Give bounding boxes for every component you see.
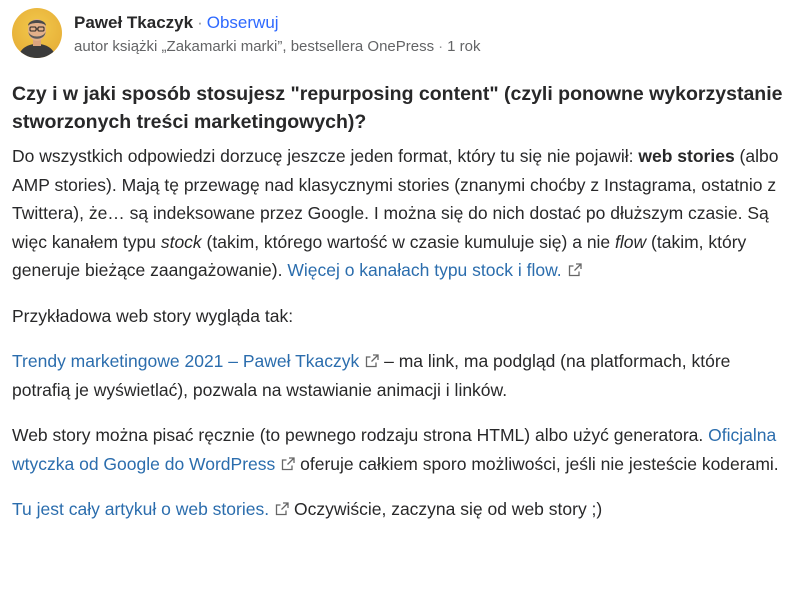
- external-link-icon: [366, 354, 379, 368]
- question-title[interactable]: Czy i w jaki sposób stosujesz "repurposi…: [12, 80, 784, 136]
- text-span: oferuje całkiem sporo możliwości, jeśli …: [295, 453, 779, 474]
- external-link-icon: [568, 263, 582, 277]
- answer-paragraph-1: Do wszystkich odpowiedzi dorzucę jeszcze…: [12, 142, 784, 285]
- text-span: Web story można pisać ręcznie (to pewneg…: [12, 425, 709, 445]
- answer-card: Paweł Tkaczyk · Obserwuj autor książki „Za…: [12, 8, 784, 541]
- bold-text: web stories: [638, 146, 735, 166]
- avatar[interactable]: [12, 8, 62, 58]
- follow-button[interactable]: Obserwuj: [207, 13, 279, 32]
- separator-dot: ·: [438, 38, 444, 55]
- answer-paragraph-4: Web story można pisać ręcznie (to pewneg…: [12, 421, 784, 478]
- author-name[interactable]: Paweł Tkaczyk: [74, 13, 193, 32]
- answer-content: Do wszystkich odpowiedzi dorzucę jeszcze…: [12, 142, 784, 524]
- stock-flow-link[interactable]: Więcej o kanałach typu stock i flow.: [287, 260, 561, 280]
- italic-text: stock: [160, 231, 202, 252]
- web-stories-article-link[interactable]: Tu jest cały artykuł o web stories.: [12, 499, 269, 519]
- answer-timestamp[interactable]: 1 rok: [447, 38, 480, 55]
- answer-paragraph-3: Trendy marketingowe 2021 – Paweł Tkaczyk…: [12, 347, 784, 404]
- external-link-icon: [282, 456, 295, 470]
- web-story-example-link[interactable]: Trendy marketingowe 2021 – Paweł Tkaczyk: [12, 351, 359, 371]
- italic-text: flow: [615, 231, 647, 252]
- author-credential-line: autor książki „Zakamarki marki”, bestsel…: [74, 36, 480, 58]
- author-bio: autor książki „Zakamarki marki”, bestsel…: [74, 38, 435, 55]
- separator-dot: ·: [197, 13, 203, 32]
- external-link-icon: [275, 502, 289, 516]
- text-span: Do wszystkich odpowiedzi dorzucę jeszcze…: [12, 146, 639, 166]
- avatar-portrait-icon: [18, 19, 56, 58]
- text-span: Oczywiście, zaczyna się od web story ;): [289, 499, 603, 519]
- answer-paragraph-5: Tu jest cały artykuł o web stories. Oczy…: [12, 495, 784, 524]
- text-span: (takim, którego wartość w czasie kumuluj…: [201, 231, 616, 252]
- author-meta: Paweł Tkaczyk · Obserwuj autor książki „Za…: [74, 8, 480, 58]
- answer-header: Paweł Tkaczyk · Obserwuj autor książki „Za…: [12, 8, 784, 64]
- answer-paragraph-2: Przykładowa web story wygląda tak:: [12, 305, 294, 326]
- author-line: Paweł Tkaczyk · Obserwuj: [74, 12, 480, 34]
